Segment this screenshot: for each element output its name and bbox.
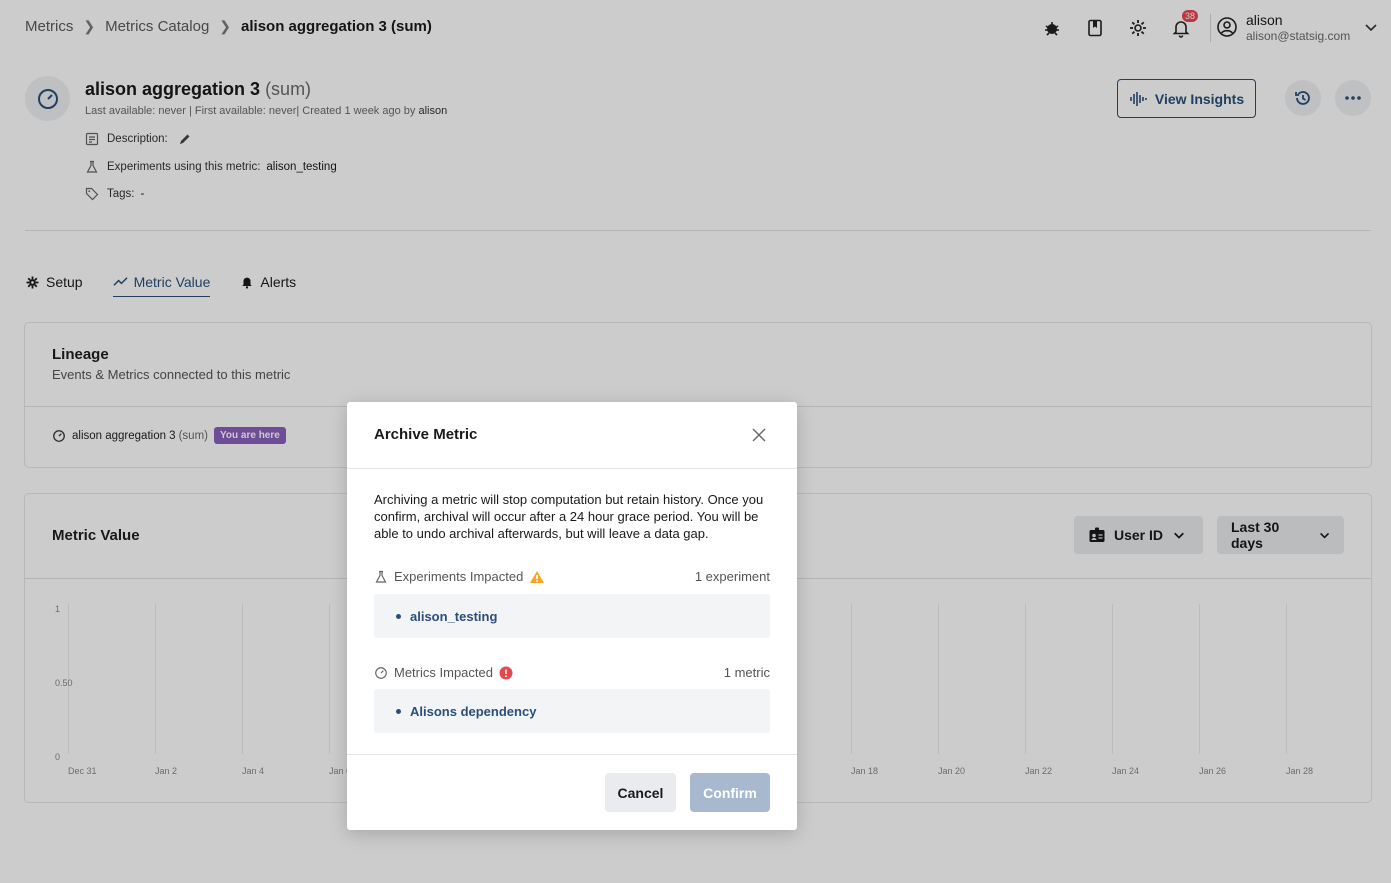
close-button[interactable] [750,426,768,444]
confirm-button[interactable]: Confirm [690,773,770,812]
bullet [396,613,401,619]
metrics-impacted-label: Metrics Impacted [394,665,493,680]
experiments-impacted-row: Experiments Impacted 1 experiment [374,569,770,584]
impacted-metric-link[interactable]: Alisons dependency [410,704,536,719]
impacted-experiment-link[interactable]: alison_testing [410,609,497,624]
divider [347,468,797,469]
dialog-body: Archiving a metric will stop computation… [374,492,764,541]
archive-metric-dialog: Archive Metric Archiving a metric will s… [347,402,797,830]
close-icon [752,428,766,442]
error-icon [499,666,513,679]
warning-icon [530,570,545,583]
cancel-button[interactable]: Cancel [605,773,676,812]
metrics-impacted-list: Alisons dependency [374,689,770,733]
experiments-impacted-label: Experiments Impacted [394,569,524,584]
flask-icon [375,570,387,583]
bullet [396,708,401,714]
metrics-impacted-row: Metrics Impacted 1 metric [374,665,770,680]
experiments-impacted-count: 1 experiment [694,569,770,584]
divider [347,754,797,755]
gauge-icon [375,666,387,679]
experiments-impacted-list: alison_testing [374,594,770,638]
dialog-title: Archive Metric [374,426,478,443]
metrics-impacted-count: 1 metric [723,665,770,680]
